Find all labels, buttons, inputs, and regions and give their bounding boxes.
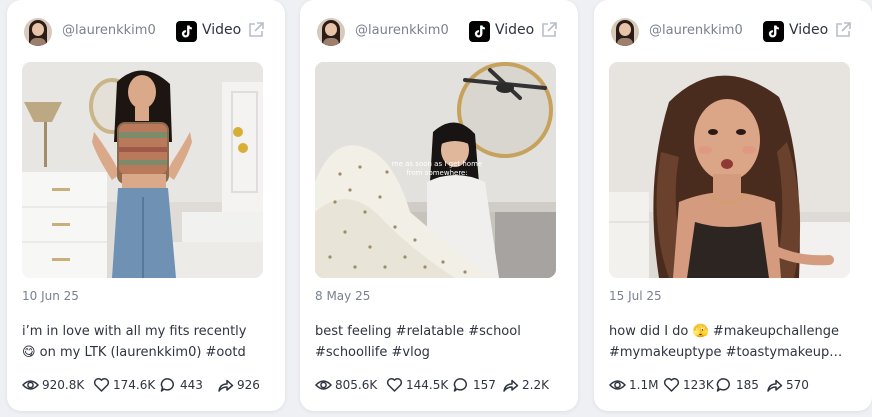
card-header: @laurenkkim0 Video: [611, 18, 856, 46]
eye-icon: [315, 380, 332, 390]
creator-handle[interactable]: @laurenkkim0: [62, 23, 156, 38]
comment-icon: [716, 378, 730, 392]
post-caption: i’m in love with all my fits recently 😋 …: [22, 324, 247, 360]
likes-count: 144.5K: [406, 378, 449, 392]
share-icon: [503, 379, 519, 392]
comments-count: 185: [736, 378, 759, 392]
platform-label: Video: [789, 22, 829, 38]
shares-count: 570: [786, 378, 809, 392]
tiktok-icon: [763, 21, 784, 42]
likes-count: 123K: [683, 378, 714, 392]
share-icon: [767, 379, 783, 392]
external-link-icon[interactable]: [247, 21, 265, 43]
post-caption: best feeling #relatable #school #schooll…: [315, 324, 521, 360]
external-link-icon[interactable]: [540, 21, 558, 43]
platform-label: Video: [202, 22, 242, 38]
eye-icon: [22, 380, 39, 390]
post-stats: 1.1M 123K 185 570: [609, 376, 859, 394]
external-link-icon[interactable]: [834, 21, 852, 43]
card-header: @laurenkkim0 Video: [24, 18, 269, 46]
likes-count: 174.6K: [113, 378, 156, 392]
post-card[interactable]: @laurenkkim0 Video: [300, 0, 578, 411]
comment-icon: [453, 378, 467, 392]
video-thumbnail[interactable]: [22, 62, 263, 278]
video-thumbnail[interactable]: me as soon as I get home from somewhere:: [315, 62, 556, 278]
heart-icon: [93, 378, 110, 392]
overlay-text-line2: from somewhere:: [406, 169, 467, 177]
avatar[interactable]: [611, 18, 639, 46]
heart-icon: [386, 378, 403, 392]
creator-handle[interactable]: @laurenkkim0: [355, 23, 449, 38]
tiktok-icon: [176, 21, 197, 42]
post-stats: 920.8K 174.6K 443 926: [22, 376, 272, 394]
overlay-text: me as soon as I get home: [392, 160, 482, 168]
creator-handle[interactable]: @laurenkkim0: [649, 23, 743, 38]
comment-icon: [160, 378, 174, 392]
views-count: 920.8K: [42, 378, 85, 392]
post-date: 8 May 25: [315, 289, 371, 303]
avatar[interactable]: [317, 18, 345, 46]
share-icon: [218, 379, 234, 392]
post-date: 10 Jun 25: [22, 289, 79, 303]
post-stats: 805.6K 144.5K 157 2.2K: [315, 376, 565, 394]
platform-label: Video: [495, 22, 535, 38]
eye-icon: [609, 380, 626, 390]
card-header: @laurenkkim0 Video: [317, 18, 562, 46]
heart-icon: [663, 378, 680, 392]
avatar[interactable]: [24, 18, 52, 46]
post-card[interactable]: @laurenkkim0 Video: [594, 0, 872, 411]
shares-count: 926: [237, 378, 260, 392]
post-date: 15 Jul 25: [609, 289, 662, 303]
video-thumbnail[interactable]: [609, 62, 850, 278]
post-caption: how did I do 🫣 #makeupchallenge #mymakeu…: [609, 324, 843, 360]
tiktok-icon: [469, 21, 490, 42]
post-card[interactable]: @laurenkkim0 Video: [7, 0, 285, 411]
comments-count: 443: [180, 378, 203, 392]
views-count: 1.1M: [629, 378, 659, 392]
views-count: 805.6K: [335, 378, 378, 392]
shares-count: 2.2K: [522, 378, 549, 392]
comments-count: 157: [473, 378, 496, 392]
